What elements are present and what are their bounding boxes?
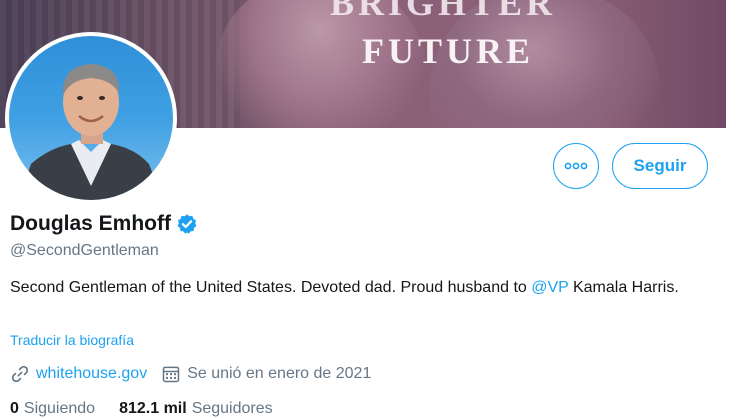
more-options-button[interactable] [553,143,599,189]
following-stat[interactable]: 0 Siguiendo [10,400,95,418]
following-count: 0 [10,400,19,417]
website-link[interactable]: whitehouse.gov [36,365,147,383]
following-label: Siguiendo [23,400,96,417]
joined-date: Se unió en enero de 2021 [187,365,372,382]
followers-label: Seguidores [191,400,273,417]
user-handle: @SecondGentleman [10,242,159,259]
followers-stat[interactable]: 812.1 mil Seguidores [119,400,273,418]
more-dots-icon [564,162,588,170]
banner-tagline: FUTURE [362,31,535,71]
followers-count: 812.1 mil [119,400,187,417]
link-icon [11,365,29,383]
profile-bio: Second Gentleman of the United States. D… [10,277,722,298]
profile-stats: 0 Siguiendo 812.1 mil Seguidores [10,400,273,418]
bio-text: Second Gentleman of the United States. D… [10,279,532,296]
translate-bio-link[interactable]: Traducir la biografía [10,332,134,348]
follow-button[interactable]: Seguir [612,143,708,189]
avatar-portrait [19,64,163,200]
display-name: Douglas Emhoff [10,212,171,235]
bio-mention-link[interactable]: @VP [531,279,568,296]
calendar-icon [162,366,180,383]
profile-meta-row: whitehouse.gov Se unió en enero de 2021 [10,364,371,384]
banner-tagline-top: BRIGHTER [330,0,557,23]
bio-text-end: Kamala Harris. [568,279,679,296]
verified-badge-icon [177,214,197,234]
avatar[interactable] [5,32,177,204]
name-row: Douglas Emhoff [10,212,198,236]
